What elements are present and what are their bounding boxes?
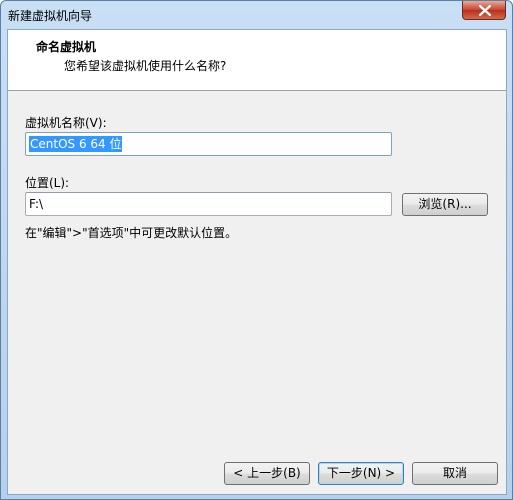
location-input[interactable]: F:\ xyxy=(25,192,392,216)
location-hint: 在"编辑">"首选项"中可更改默认位置。 xyxy=(25,226,238,240)
browse-button-label: 浏览(R)... xyxy=(418,197,472,211)
page-subtitle: 您希望该虚拟机使用什么名称? xyxy=(64,59,227,73)
window-title: 新建虚拟机向导 xyxy=(8,9,93,23)
back-button-label: < 上一步(B) xyxy=(233,466,301,480)
title-bar[interactable]: 新建虚拟机向导 xyxy=(1,1,512,29)
browse-button[interactable]: 浏览(R)... xyxy=(402,193,488,216)
close-icon xyxy=(479,5,491,16)
page-title: 命名虚拟机 xyxy=(36,40,97,54)
location-value: F:\ xyxy=(29,197,44,211)
vm-name-input[interactable]: CentOS 6 64 位 xyxy=(25,132,392,156)
vm-name-value: CentOS 6 64 位 xyxy=(29,136,123,152)
next-button-label: 下一步(N) > xyxy=(326,466,396,480)
wizard-header: 命名虚拟机 您希望该虚拟机使用什么名称? xyxy=(8,30,506,91)
cancel-button-label: 取消 xyxy=(442,466,467,480)
cancel-button[interactable]: 取消 xyxy=(412,462,498,485)
vm-name-label: 虚拟机名称(V): xyxy=(25,116,107,130)
next-button[interactable]: 下一步(N) > xyxy=(318,462,404,485)
dialog-body: 命名虚拟机 您希望该虚拟机使用什么名称? 虚拟机名称(V): CentOS 6 … xyxy=(7,29,507,495)
location-label: 位置(L): xyxy=(25,176,70,190)
wizard-window: 新建虚拟机向导 命名虚拟机 您希望该虚拟机使用什么名称? 虚拟机名称(V): C… xyxy=(0,0,513,500)
back-button[interactable]: < 上一步(B) xyxy=(224,462,310,485)
close-button[interactable] xyxy=(462,1,506,20)
